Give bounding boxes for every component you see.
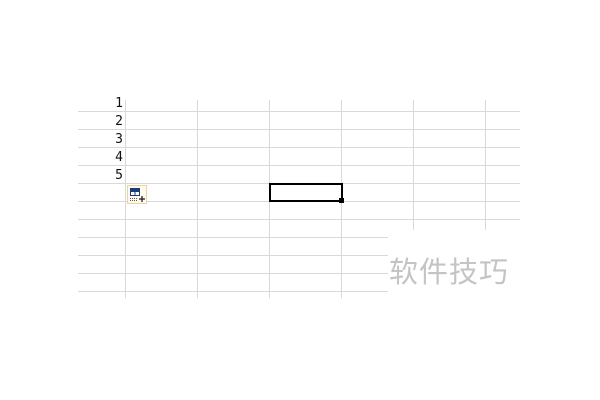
cell-value-row-1[interactable]: 1 xyxy=(81,95,123,113)
watermark-text: 软件技巧 xyxy=(389,255,510,289)
autofill-options-icon xyxy=(130,188,145,202)
cell-value-row-2[interactable]: 2 xyxy=(81,113,123,131)
grid-row-line xyxy=(78,165,520,166)
fill-handle[interactable] xyxy=(339,198,344,203)
spreadsheet-grid: 1 2 3 4 5 软件技巧 xyxy=(0,0,600,400)
grid-row-line xyxy=(78,129,520,130)
grid-column-line xyxy=(485,100,486,230)
grid-column-line xyxy=(413,100,414,230)
cell-value-row-4[interactable]: 4 xyxy=(81,149,123,167)
grid-row-line xyxy=(78,219,520,220)
active-cell-selection[interactable] xyxy=(269,183,343,202)
grid-column-line xyxy=(197,100,198,298)
grid-row-line xyxy=(78,111,520,112)
autofill-options-button[interactable] xyxy=(127,185,147,204)
grid-column-line xyxy=(125,100,126,298)
grid-row-line xyxy=(78,147,520,148)
cell-value-row-5[interactable]: 5 xyxy=(81,167,123,185)
cell-value-row-3[interactable]: 3 xyxy=(81,131,123,149)
